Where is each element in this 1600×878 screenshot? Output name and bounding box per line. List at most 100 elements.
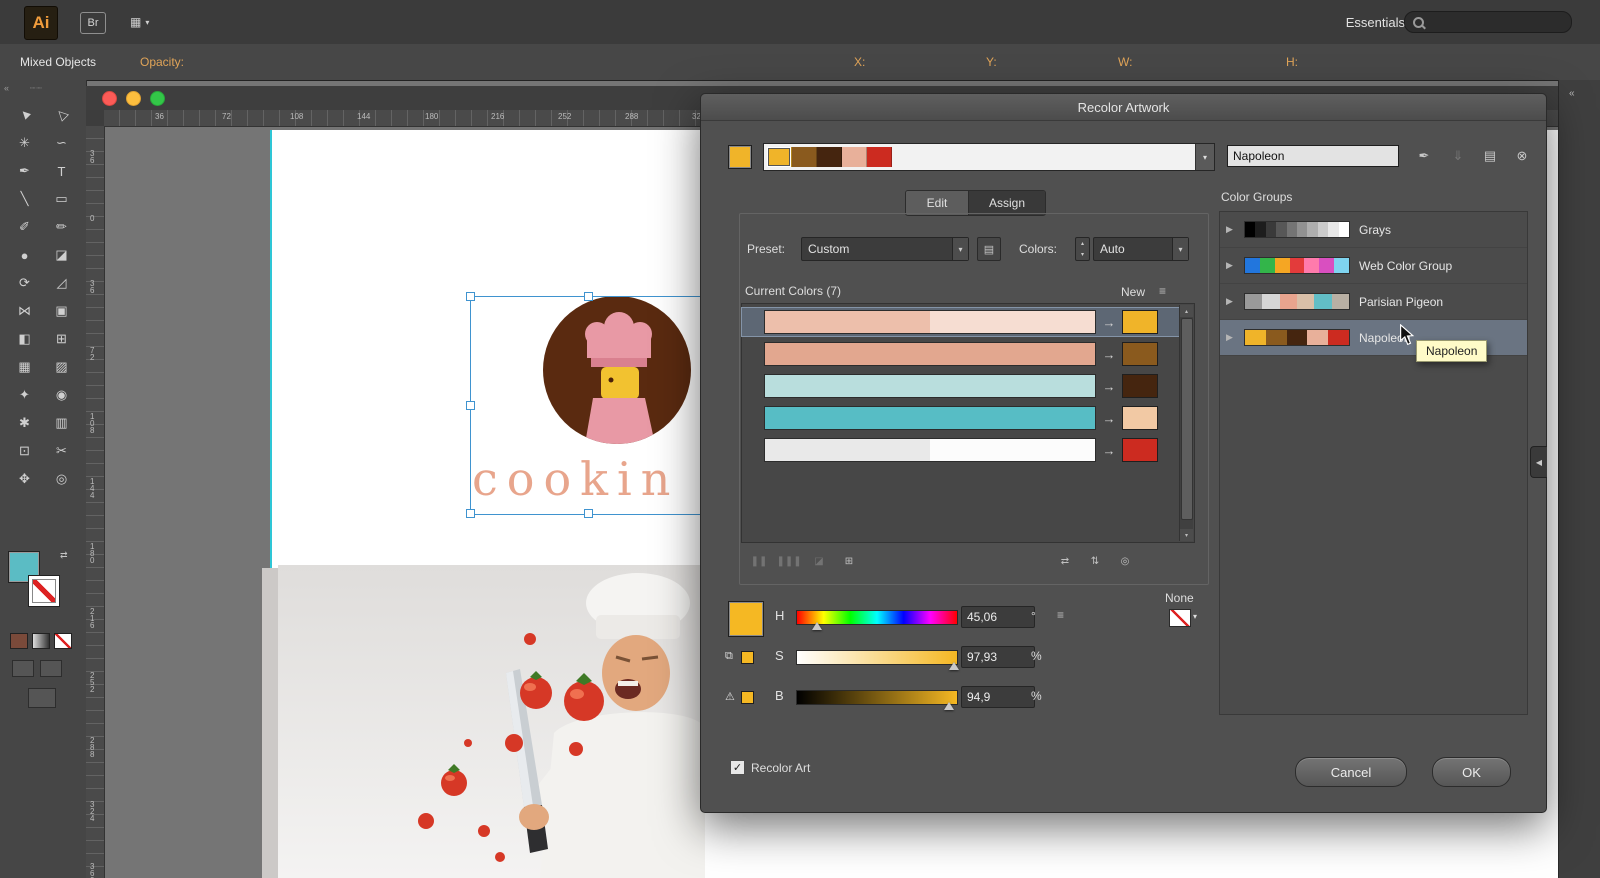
none-swatch-button[interactable] xyxy=(1169,609,1191,627)
selection-handle[interactable] xyxy=(466,401,475,410)
saturation-slider[interactable] xyxy=(796,650,958,665)
search-input[interactable] xyxy=(1430,15,1544,29)
assign-row[interactable]: → xyxy=(742,436,1192,464)
new-color-swatch[interactable] xyxy=(1122,438,1158,462)
stepper-up-icon[interactable]: ▴ xyxy=(1076,238,1089,249)
none-dropdown-icon[interactable]: ▾ xyxy=(1193,612,1197,621)
cancel-button[interactable]: Cancel xyxy=(1295,757,1407,787)
hue-slider[interactable] xyxy=(796,610,958,625)
group-bar-swatch[interactable] xyxy=(767,147,792,167)
color-swatch[interactable] xyxy=(1255,222,1265,237)
color-swatch[interactable] xyxy=(1262,294,1279,309)
disclosure-triangle-icon[interactable]: ▶ xyxy=(1226,224,1244,235)
rows-scrollbar[interactable]: ▴ ▾ xyxy=(1179,305,1193,541)
panel-grip-icon[interactable]: ┉┉ xyxy=(30,83,43,94)
line-segment-tool[interactable]: ╲ xyxy=(6,186,43,212)
color-swatch[interactable] xyxy=(1307,330,1328,345)
color-swatch[interactable] xyxy=(1260,258,1275,273)
current-color-bar[interactable] xyxy=(764,310,1096,334)
scale-tool[interactable]: ◿ xyxy=(43,270,80,296)
brightness-slider[interactable] xyxy=(796,690,958,705)
eraser-tool[interactable]: ◪ xyxy=(43,242,80,268)
current-color-bar[interactable] xyxy=(764,342,1096,366)
zoom-tool[interactable]: ◎ xyxy=(43,466,80,492)
color-group-row[interactable]: ▶Grays xyxy=(1220,212,1527,248)
group-bar-swatch[interactable] xyxy=(792,147,817,167)
color-swatch[interactable] xyxy=(1245,222,1255,237)
ruler-corner[interactable] xyxy=(86,110,105,127)
none-button[interactable] xyxy=(54,633,72,649)
dock-collapse-tab[interactable]: ◀ xyxy=(1530,446,1547,478)
scroll-up-icon[interactable]: ▴ xyxy=(1180,305,1193,317)
color-group-row[interactable]: ▶Parisian Pigeon xyxy=(1220,284,1527,320)
pen-tool[interactable]: ✒ xyxy=(6,158,43,184)
current-color-bar[interactable] xyxy=(764,374,1096,398)
out-of-gamut-icon[interactable]: ⧉ xyxy=(725,650,733,663)
chef-photo[interactable] xyxy=(278,565,705,878)
saturation-value-field[interactable]: 97,93 xyxy=(961,646,1035,668)
brightness-slider-handle[interactable] xyxy=(944,702,954,710)
hue-slider-handle[interactable] xyxy=(812,622,822,630)
column-graph-tool[interactable]: ▥ xyxy=(43,410,80,436)
color-swatch[interactable] xyxy=(1245,294,1262,309)
color-swatch[interactable] xyxy=(1287,222,1297,237)
assign-row[interactable]: → xyxy=(742,340,1192,368)
color-group-row[interactable]: ▶Web Color Group xyxy=(1220,248,1527,284)
search-box[interactable] xyxy=(1404,11,1572,33)
colors-stepper[interactable]: ▴ ▾ xyxy=(1075,237,1090,261)
new-color-swatch[interactable] xyxy=(1122,406,1158,430)
eyedropper-tool[interactable]: ✦ xyxy=(6,382,43,408)
symbol-sprayer-tool[interactable]: ✱ xyxy=(6,410,43,436)
gradient-tool[interactable]: ▨ xyxy=(43,354,80,380)
brightness-value-field[interactable]: 94,9 xyxy=(961,686,1035,708)
disclosure-triangle-icon[interactable]: ▶ xyxy=(1226,332,1244,343)
color-swatch[interactable] xyxy=(1304,258,1319,273)
colors-dropdown[interactable]: Auto ▾ xyxy=(1093,237,1189,261)
minimize-window-button[interactable] xyxy=(126,91,141,106)
hand-tool[interactable]: ✥ xyxy=(6,466,43,492)
color-group-name-input[interactable] xyxy=(1227,145,1399,167)
scroll-down-icon[interactable]: ▾ xyxy=(1180,529,1193,541)
free-transform-tool[interactable]: ▣ xyxy=(43,298,80,324)
tab-edit[interactable]: Edit xyxy=(906,191,969,215)
preset-dropdown[interactable]: Custom ▾ xyxy=(801,237,969,261)
opacity-label[interactable]: Opacity: xyxy=(140,55,184,69)
perspective-grid-tool[interactable]: ⊞ xyxy=(43,326,80,352)
color-swatch[interactable] xyxy=(1245,258,1260,273)
color-swatch[interactable] xyxy=(1266,222,1276,237)
random-saturation-icon[interactable]: ⇅ xyxy=(1083,553,1107,569)
slice-tool[interactable]: ✂ xyxy=(43,438,80,464)
color-swatch[interactable] xyxy=(1275,258,1290,273)
draw-behind-mode-button[interactable] xyxy=(40,660,62,677)
color-swatch[interactable] xyxy=(1276,222,1286,237)
color-swatch[interactable] xyxy=(1328,330,1349,345)
selection-handle[interactable] xyxy=(584,509,593,518)
rectangle-tool[interactable]: ▭ xyxy=(43,186,80,212)
hsb-menu-icon[interactable]: ≡ xyxy=(1057,608,1064,622)
color-button[interactable] xyxy=(10,633,28,649)
shape-builder-tool[interactable]: ◧ xyxy=(6,326,43,352)
dialog-title[interactable]: Recolor Artwork xyxy=(701,94,1546,121)
illustrator-logo[interactable]: Ai xyxy=(24,6,58,40)
color-swatch[interactable] xyxy=(1307,222,1317,237)
color-swatch[interactable] xyxy=(1339,222,1349,237)
close-window-button[interactable] xyxy=(102,91,117,106)
color-swatch[interactable] xyxy=(1266,330,1287,345)
screen-mode-button[interactable] xyxy=(28,688,56,708)
random-color-order-icon[interactable]: ⇄ xyxy=(1053,553,1077,569)
color-swatch[interactable] xyxy=(1318,222,1328,237)
gradient-button[interactable] xyxy=(32,633,50,649)
selection-bounding-box[interactable] xyxy=(470,296,708,515)
hsb-color-swatch[interactable] xyxy=(728,601,764,637)
blend-tool[interactable]: ◉ xyxy=(43,382,80,408)
blob-brush-tool[interactable]: ● xyxy=(6,242,43,268)
disclosure-triangle-icon[interactable]: ▶ xyxy=(1226,296,1244,307)
new-color-row-icon[interactable]: ⊞ xyxy=(837,553,861,569)
group-bar-swatch[interactable] xyxy=(867,147,892,167)
chevron-down-icon[interactable]: ▾ xyxy=(1172,238,1188,260)
mesh-tool[interactable]: ▦ xyxy=(6,354,43,380)
stepper-down-icon[interactable]: ▾ xyxy=(1076,249,1089,260)
save-preset-icon[interactable]: ▤ xyxy=(977,237,1001,261)
selection-handle[interactable] xyxy=(466,292,475,301)
color-swatch[interactable] xyxy=(1328,222,1338,237)
